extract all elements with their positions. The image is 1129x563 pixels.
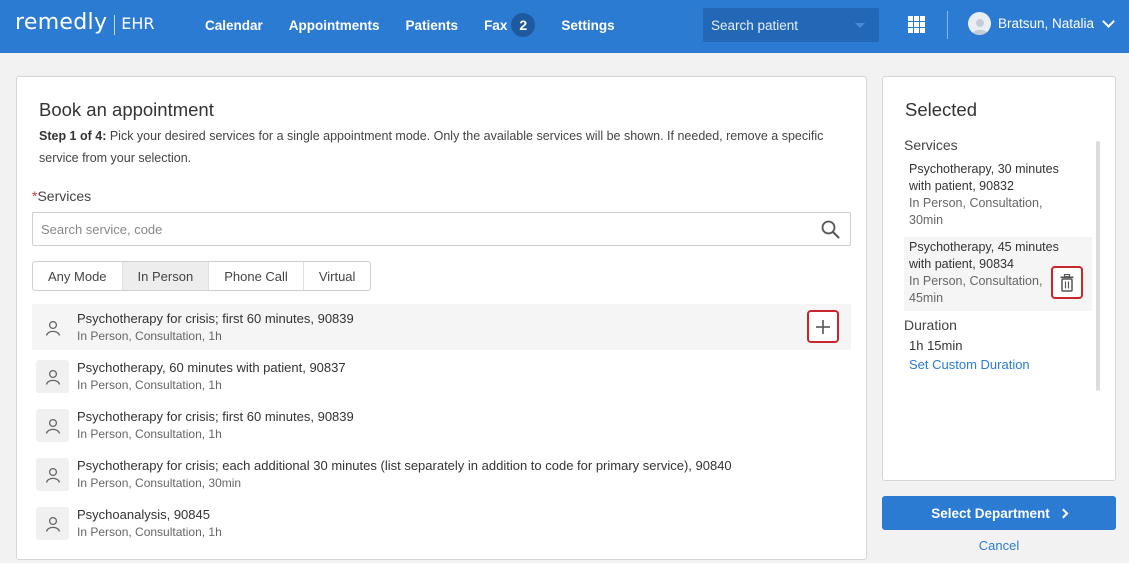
service-name: Psychotherapy for crisis; each additiona…	[77, 458, 732, 473]
page-title: Book an appointment	[39, 99, 214, 120]
select-department-label: Select Department	[931, 505, 1050, 521]
service-meta: In Person, Consultation, 30min	[77, 476, 242, 490]
set-custom-duration-link[interactable]: Set Custom Duration	[909, 357, 1092, 372]
person-icon	[36, 311, 69, 344]
service-list-item[interactable]: Psychotherapy, 60 minutes with patient, …	[32, 353, 851, 399]
select-department-button[interactable]: Select Department	[882, 496, 1116, 530]
remove-service-button[interactable]	[1051, 266, 1083, 299]
logo-separator	[114, 15, 116, 35]
fax-count-badge: 2	[511, 13, 536, 37]
step-text: Pick your desired services for a single …	[39, 129, 824, 165]
selected-services-label: Services	[904, 137, 958, 153]
logo-brand-text: remedly	[15, 10, 108, 35]
duration-value: 1h 15min	[909, 338, 963, 353]
service-meta: In Person, Consultation, 1h	[77, 525, 222, 539]
top-navigation-bar: remedly EHR Calendar Appointments Patien…	[0, 0, 1129, 53]
apps-grid-icon[interactable]	[908, 16, 925, 33]
selected-service-meta: In Person, Consultation, 45min	[909, 274, 1043, 305]
service-name: Psychotherapy, 60 minutes with patient, …	[77, 360, 346, 375]
caret-down-icon	[855, 23, 865, 28]
booking-panel: Book an appointment Step 1 of 4: Pick yo…	[16, 76, 867, 560]
tab-virtual[interactable]: Virtual	[304, 262, 371, 290]
step-label: Step 1 of 4:	[39, 129, 107, 143]
duration-label: Duration	[904, 317, 957, 333]
nav-patients[interactable]: Patients	[406, 18, 459, 33]
trash-icon	[1060, 273, 1074, 292]
plus-icon	[816, 319, 830, 334]
person-icon	[36, 458, 69, 491]
app-logo[interactable]: remedly EHR	[15, 10, 155, 40]
service-search-input[interactable]	[33, 213, 793, 245]
selected-title: Selected	[905, 99, 977, 120]
service-name: Psychotherapy for crisis; first 60 minut…	[77, 311, 354, 326]
service-meta: In Person, Consultation, 1h	[77, 378, 222, 392]
service-list: Psychotherapy for crisis; first 60 minut…	[32, 304, 851, 549]
person-icon	[36, 507, 69, 540]
selected-scroll-area: Services Psychotherapy, 30 minutes with …	[904, 137, 1092, 372]
selected-scrollbar[interactable]	[1096, 141, 1100, 391]
search-icon[interactable]	[821, 220, 840, 244]
service-name: Psychotherapy for crisis; first 60 minut…	[77, 409, 354, 424]
service-meta: In Person, Consultation, 1h	[77, 427, 222, 441]
service-list-item[interactable]: Psychotherapy for crisis; first 60 minut…	[32, 304, 851, 350]
cancel-link[interactable]: Cancel	[882, 538, 1116, 553]
logo-suffix-text: EHR	[121, 14, 155, 33]
person-icon	[36, 409, 69, 442]
selected-service-item[interactable]: Psychotherapy, 45 minutes with patient, …	[904, 237, 1092, 311]
search-patient-select[interactable]: Search patient	[703, 8, 879, 42]
selected-service-meta: In Person, Consultation, 30min	[909, 196, 1043, 227]
service-list-item[interactable]: Psychotherapy for crisis; first 60 minut…	[32, 402, 851, 448]
user-menu[interactable]: Bratsun, Natalia	[968, 12, 1115, 35]
user-avatar-icon	[968, 12, 991, 35]
step-instructions: Step 1 of 4: Pick your desired services …	[39, 125, 829, 169]
tab-in-person[interactable]: In Person	[122, 262, 210, 290]
nav-fax-label: Fax	[484, 17, 508, 33]
services-label-text: Services	[37, 188, 92, 204]
header-divider	[947, 11, 948, 39]
service-list-item[interactable]: Psychotherapy for crisis; each additiona…	[32, 451, 851, 497]
selected-service-name: Psychotherapy, 30 minutes with patient, …	[909, 162, 1059, 193]
add-service-button[interactable]	[807, 310, 839, 343]
user-name: Bratsun, Natalia	[998, 16, 1095, 31]
selected-panel: Selected Services Psychotherapy, 30 minu…	[882, 76, 1116, 481]
tab-any-mode[interactable]: Any Mode	[33, 262, 123, 290]
nav-fax[interactable]: Fax 2	[484, 13, 536, 37]
chevron-right-icon	[1058, 508, 1069, 518]
selected-service-item[interactable]: Psychotherapy, 30 minutes with patient, …	[904, 159, 1092, 233]
services-field-label: *Services	[32, 188, 91, 204]
service-name: Psychoanalysis, 90845	[77, 507, 210, 522]
main-nav: Calendar Appointments Patients Fax 2 Set…	[192, 0, 628, 50]
service-search-box	[32, 212, 851, 246]
service-list-item[interactable]: Psychoanalysis, 90845 In Person, Consult…	[32, 500, 851, 546]
appointment-mode-tabs: Any Mode In Person Phone Call Virtual	[32, 261, 372, 291]
nav-appointments[interactable]: Appointments	[289, 18, 380, 33]
person-icon	[36, 360, 69, 393]
service-meta: In Person, Consultation, 1h	[77, 329, 222, 343]
tab-phone-call[interactable]: Phone Call	[209, 262, 304, 290]
nav-settings[interactable]: Settings	[561, 18, 614, 33]
selected-service-name: Psychotherapy, 45 minutes with patient, …	[909, 240, 1059, 271]
chevron-down-icon	[1102, 14, 1115, 28]
nav-calendar[interactable]: Calendar	[205, 18, 263, 33]
search-patient-placeholder: Search patient	[711, 17, 799, 33]
